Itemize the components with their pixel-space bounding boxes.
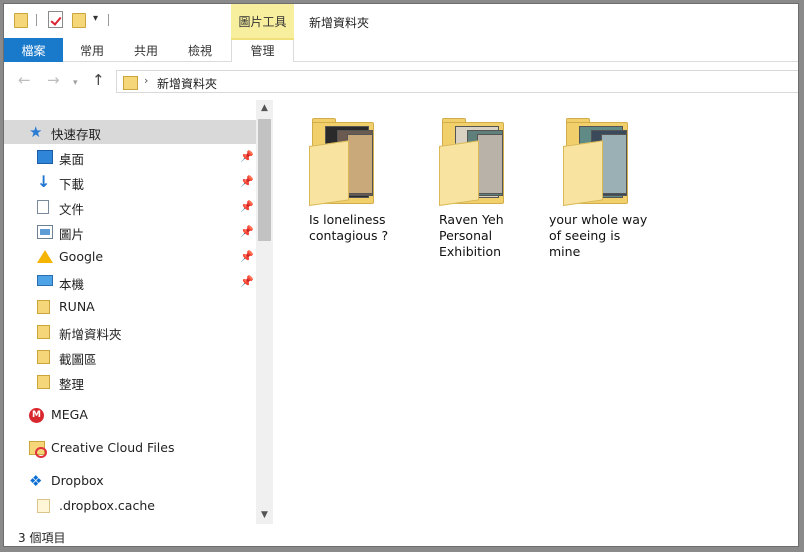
scroll-down-icon[interactable]: ▼	[256, 507, 273, 524]
photo-preview	[347, 134, 373, 194]
item-count: 3 個項目	[18, 531, 66, 545]
document-icon	[37, 200, 49, 214]
tab-home[interactable]: 常用	[65, 38, 119, 62]
creative-cloud-icon	[29, 441, 47, 458]
sidebar-item-google[interactable]: Google 📌	[4, 245, 256, 269]
sidebar-item-label: 圖片	[59, 227, 85, 242]
sidebar-item-label: 整理	[59, 377, 85, 392]
sidebar-item-label: 本機	[59, 277, 85, 292]
folder-name[interactable]: Raven Yeh Personal Exhibition	[439, 212, 547, 260]
photo-preview	[477, 134, 503, 194]
folder-name[interactable]: your whole way of seeing is mine	[549, 212, 669, 260]
google-drive-icon	[37, 250, 53, 263]
pin-icon[interactable]: 📌	[240, 200, 254, 213]
navigation-pane: ★ 快速存取 桌面 📌 ↓ 下載 📌 文件 📌 圖片 📌 Google 📌 本機…	[4, 100, 273, 524]
sidebar-item-label: 截圖區	[59, 352, 97, 367]
photo-preview	[601, 134, 627, 194]
customize-toolbar-icon[interactable]: ▾	[93, 13, 98, 24]
pin-icon[interactable]: 📌	[240, 150, 254, 163]
tab-view[interactable]: 檢視	[173, 38, 227, 62]
sidebar-item-label: RUNA	[59, 299, 95, 314]
sidebar-item-label: 桌面	[59, 152, 85, 167]
sidebar-item-label: 文件	[59, 202, 85, 217]
download-icon: ↓	[37, 172, 51, 191]
folder-tile-raven-yeh[interactable]: Raven Yeh Personal Exhibition	[439, 118, 547, 260]
status-bar: 3 個項目	[4, 524, 798, 546]
folder-icon	[37, 300, 50, 314]
sidebar-item-label: Dropbox	[51, 473, 104, 488]
breadcrumb-chevron-icon[interactable]: ›	[144, 74, 148, 87]
file-icon	[37, 499, 50, 513]
folder-icon	[37, 375, 50, 389]
new-folder-icon[interactable]	[72, 12, 86, 28]
title-bar: ▾ 圖片工具 新增資料夾	[4, 4, 798, 38]
folder-tile-your-whole-way[interactable]: your whole way of seeing is mine	[549, 118, 669, 260]
sidebar-item-desktop[interactable]: 桌面 📌	[4, 145, 256, 169]
folder-thumbnail-icon	[563, 118, 631, 208]
folder-icon	[37, 350, 50, 364]
sidebar-item-dropbox-cache[interactable]: .dropbox.cache	[4, 494, 256, 518]
back-arrow-icon[interactable]: ←	[18, 73, 31, 88]
pin-icon[interactable]: 📌	[240, 250, 254, 263]
sidebar-item-mega[interactable]: M MEGA	[4, 403, 256, 427]
pictures-icon	[37, 225, 53, 239]
pin-icon[interactable]: 📌	[240, 275, 254, 288]
recent-locations-chevron-icon[interactable]: ▾	[73, 76, 78, 91]
sidebar-item-label: .dropbox.cache	[59, 498, 155, 513]
sidebar-item-label: MEGA	[51, 407, 88, 422]
folder-icon	[123, 75, 138, 90]
scroll-up-icon[interactable]: ▲	[256, 100, 273, 117]
sidebar-item-label: Creative Cloud Files	[51, 440, 175, 455]
sidebar-item-label: 新增資料夾	[59, 327, 122, 342]
scrollbar-thumb[interactable]	[258, 119, 271, 241]
sidebar-item-screenshots[interactable]: 截圖區	[4, 345, 256, 369]
file-explorer-window: ▾ 圖片工具 新增資料夾 檔案 常用 共用 檢視 管理 ← → ▾ ↑ › 新增…	[3, 3, 799, 547]
pin-icon[interactable]: 📌	[240, 175, 254, 188]
folder-icon	[37, 325, 50, 339]
sidebar-item-label: Google	[59, 249, 104, 264]
dropbox-icon: ❖	[29, 472, 43, 490]
toolbar-divider	[36, 14, 37, 26]
sidebar-item-creative-cloud[interactable]: Creative Cloud Files	[4, 436, 256, 460]
breadcrumb-current[interactable]: 新增資料夾	[157, 75, 217, 92]
sidebar-item-new-folder[interactable]: 新增資料夾	[4, 320, 256, 344]
sidebar-item-pictures[interactable]: 圖片 📌	[4, 220, 256, 244]
tab-manage[interactable]: 管理	[231, 38, 294, 62]
sidebar-item-quick-access[interactable]: ★ 快速存取	[4, 120, 256, 144]
file-list: Is loneliness contagious ? Raven Yeh Per…	[273, 100, 798, 524]
sidebar-item-documents[interactable]: 文件 📌	[4, 195, 256, 219]
navigation-scrollbar[interactable]: ▲ ▼	[256, 100, 273, 524]
quick-access-folder-icon[interactable]	[14, 12, 28, 28]
window-title: 新增資料夾	[309, 16, 370, 30]
navigation-bar: ← → ▾ ↑ › 新增資料夾	[4, 62, 798, 100]
properties-icon[interactable]	[48, 11, 63, 28]
ribbon-tabs: 檔案 常用 共用 檢視 管理	[4, 38, 798, 62]
tab-share[interactable]: 共用	[119, 38, 173, 62]
folder-thumbnail-icon	[309, 118, 377, 208]
folder-thumbnail-icon	[439, 118, 507, 208]
context-tab-accent	[231, 38, 294, 40]
desktop-icon	[37, 150, 53, 164]
sidebar-item-this-pc[interactable]: 本機 📌	[4, 270, 256, 294]
folder-tile-loneliness[interactable]: Is loneliness contagious ?	[309, 118, 417, 244]
toolbar-divider	[108, 14, 109, 26]
sidebar-item-organize[interactable]: 整理	[4, 370, 256, 394]
sidebar-item-dropbox[interactable]: ❖ Dropbox	[4, 469, 256, 493]
sidebar-item-label: 快速存取	[51, 127, 102, 142]
mega-icon: M	[29, 408, 44, 423]
star-icon: ★	[29, 123, 43, 141]
sidebar-item-downloads[interactable]: ↓ 下載 📌	[4, 170, 256, 194]
computer-icon	[37, 275, 53, 286]
sidebar-item-label: 下載	[59, 177, 85, 192]
address-bar[interactable]: › 新增資料夾	[116, 70, 798, 93]
folder-name[interactable]: Is loneliness contagious ?	[309, 212, 417, 244]
tab-file[interactable]: 檔案	[4, 38, 63, 62]
pin-icon[interactable]: 📌	[240, 225, 254, 238]
sidebar-item-runa[interactable]: RUNA	[4, 295, 256, 319]
up-arrow-icon[interactable]: ↑	[92, 73, 105, 88]
picture-tools-header: 圖片工具	[231, 4, 294, 38]
forward-arrow-icon[interactable]: →	[47, 73, 60, 88]
